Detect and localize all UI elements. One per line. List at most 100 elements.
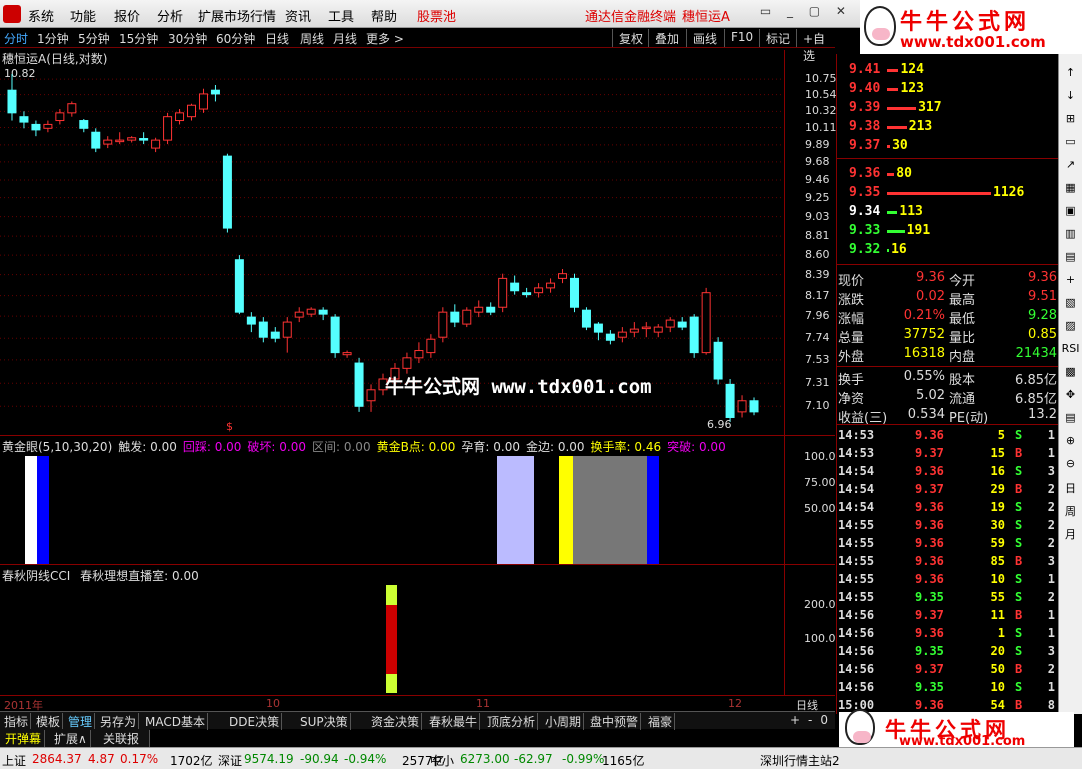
side-tool-icon[interactable]: ▭ [1061, 135, 1080, 152]
side-tool-icon[interactable]: ▦ [1061, 181, 1080, 198]
indicator-tab[interactable]: 资金决策 [369, 713, 423, 730]
indicator1-chart[interactable] [0, 454, 784, 564]
draw-line-button[interactable]: 画线 [686, 29, 723, 47]
menu-help[interactable]: 帮助 [371, 6, 397, 25]
candle [187, 104, 197, 118]
add-watchlist-button[interactable]: +自选 [796, 29, 835, 63]
cci-bar-mid [386, 605, 397, 674]
trade-price: 9.36 [915, 572, 944, 586]
side-tool-icon[interactable]: ⊖ [1061, 457, 1080, 474]
cow-logo-icon [845, 709, 875, 745]
indicator-tab[interactable]: 福豪 [646, 713, 676, 730]
indicator-tab[interactable]: 顶底分析 [485, 713, 539, 730]
period-tab-more[interactable]: 更多 > [366, 30, 404, 47]
side-tool-icon[interactable]: ▤ [1061, 250, 1080, 267]
indicator-tab[interactable]: 管理 [66, 713, 96, 730]
side-tool-icon[interactable]: + [1061, 273, 1080, 290]
indicator-tab[interactable]: SUP决策 [298, 713, 351, 730]
side-tool-icon[interactable]: ⊕ [1061, 434, 1080, 451]
candle [198, 93, 208, 110]
candle [282, 321, 292, 338]
candle [665, 319, 675, 328]
candle [79, 120, 89, 129]
side-tool-icon[interactable]: ✥ [1061, 388, 1080, 405]
menu-system[interactable]: 系统 [28, 6, 54, 25]
indicator-tab[interactable]: 指标 [2, 713, 32, 730]
side-tool-icon[interactable]: ▨ [1061, 319, 1080, 336]
menu-analysis[interactable]: 分析 [157, 6, 183, 25]
mark-button[interactable]: 标记 [759, 29, 796, 47]
candle [234, 259, 244, 313]
trade-price: 9.36 [915, 518, 944, 532]
bottom-tab[interactable]: 扩展∧ [51, 730, 91, 747]
indicator-tab[interactable]: DDE决策 [227, 713, 283, 730]
side-tool-icon[interactable]: ▤ [1061, 411, 1080, 428]
candle [474, 306, 484, 313]
menu-function[interactable]: 功能 [70, 6, 96, 25]
candle [414, 350, 424, 359]
candle [354, 362, 364, 407]
zoom-controls[interactable]: +-0 [790, 713, 836, 727]
period-tab-60min[interactable]: 60分钟 [216, 30, 255, 47]
indicator-tab[interactable]: 盘中预警 [588, 713, 642, 730]
indicator-tab[interactable]: 小周期 [543, 713, 585, 730]
period-tab-5min[interactable]: 5分钟 [78, 30, 110, 47]
indicator-tab[interactable]: 另存为 [98, 713, 140, 730]
ask-volume-bar [887, 126, 907, 129]
menu-stock-pool[interactable]: 股票池 [417, 6, 456, 25]
side-tool-icon[interactable]: ↗ [1061, 158, 1080, 175]
f10-button[interactable]: F10 [724, 29, 759, 47]
window-controls[interactable]: ▭ _ ▢ ✕ [760, 4, 852, 18]
side-tool-icon[interactable]: ↓ [1061, 89, 1080, 106]
menu-news[interactable]: 资讯 [285, 6, 311, 25]
side-tool-icon[interactable]: ↑ [1061, 66, 1080, 83]
indicator-tab[interactable]: MACD基本 [143, 713, 208, 730]
side-tool-icon[interactable]: ▧ [1061, 296, 1080, 313]
trade-row: 14:55 9.36 10 S 1 [837, 572, 1059, 590]
candle [7, 89, 17, 114]
bottom-tab[interactable]: 开弹幕 [2, 730, 46, 747]
bid-price: 9.33 [849, 223, 881, 238]
period-tab-weekly[interactable]: 周线 [300, 30, 324, 47]
menu-tools[interactable]: 工具 [328, 6, 354, 25]
candle [725, 383, 735, 418]
overlay-button[interactable]: 叠加 [648, 29, 685, 47]
date-axis: 2011年 10 11 12 日线 [0, 695, 835, 712]
ind1-bar [497, 456, 534, 564]
price-tick: 10.75 [805, 72, 837, 86]
side-tool-icon[interactable]: ▥ [1061, 227, 1080, 244]
trade-price: 9.36 [915, 536, 944, 550]
cci-bar-bottom [386, 674, 397, 693]
period-tab-15min[interactable]: 15分钟 [119, 30, 158, 47]
side-tool-icon[interactable]: 月 [1061, 526, 1080, 543]
side-tool-icon[interactable]: ⊞ [1061, 112, 1080, 129]
side-tool-icon[interactable]: 周 [1061, 503, 1080, 520]
trade-side: S [1015, 572, 1023, 586]
menu-extended-market[interactable]: 扩展市场行情 [198, 6, 276, 25]
side-tool-icon[interactable]: ▩ [1061, 365, 1080, 382]
side-tool-icon[interactable]: 日 [1061, 480, 1080, 497]
quote-label: 总量 [838, 331, 865, 346]
period-tab-1min[interactable]: 1分钟 [37, 30, 69, 47]
candle [366, 389, 376, 402]
adjust-button[interactable]: 复权 [612, 29, 649, 47]
period-tab-realtime[interactable]: 分时 [4, 30, 28, 47]
indicator-tab[interactable]: 模板 [34, 713, 64, 730]
trade-price: 9.35 [915, 590, 944, 604]
price-tick: 9.46 [805, 172, 830, 186]
ind1-bar [573, 456, 647, 564]
quote-row: 涨跌 0.02 最高 9.51 [837, 289, 1059, 308]
candle [486, 306, 496, 313]
period-tab-30min[interactable]: 30分钟 [168, 30, 207, 47]
trade-time: 14:56 [838, 626, 875, 640]
trade-volume: 54 [990, 698, 1005, 712]
period-tab-monthly[interactable]: 月线 [333, 30, 357, 47]
indicator1-value: 破坏: 0.00 [247, 440, 306, 454]
indicator2-chart[interactable] [0, 584, 784, 694]
side-tool-icon[interactable]: RSI [1061, 342, 1080, 359]
menu-quote[interactable]: 报价 [114, 6, 140, 25]
ind1-bar [25, 456, 37, 564]
indicator-tab[interactable]: 春秋最牛 [427, 713, 481, 730]
side-tool-icon[interactable]: ▣ [1061, 204, 1080, 221]
period-tab-daily[interactable]: 日线 [265, 30, 289, 47]
